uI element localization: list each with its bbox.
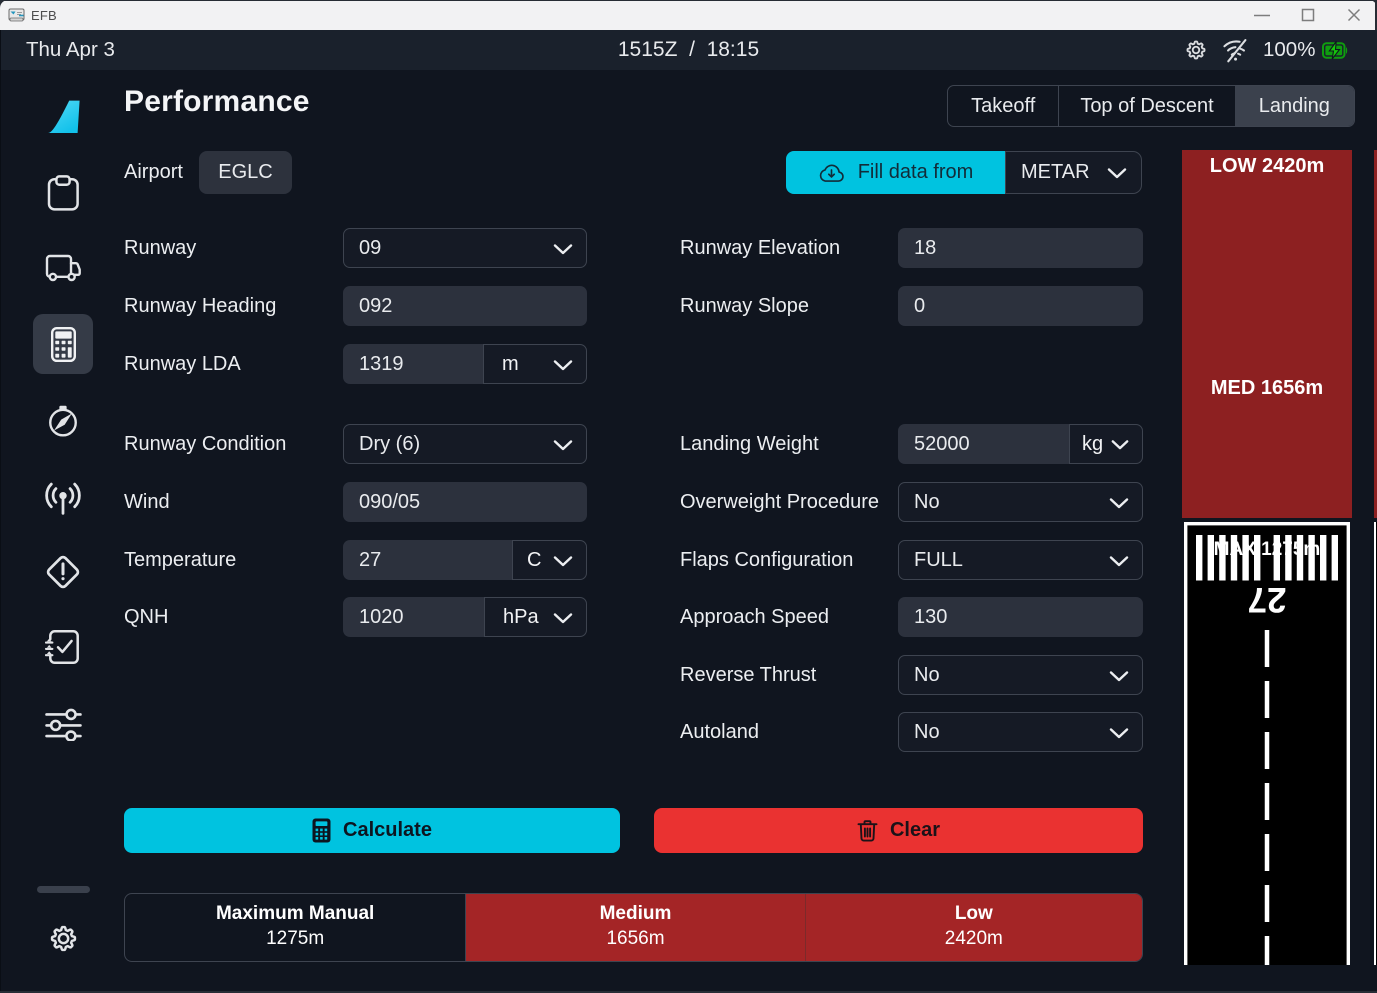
svg-text:27: 27 xyxy=(1248,580,1287,619)
svg-text:MAX 1275m: MAX 1275m xyxy=(1214,539,1321,560)
